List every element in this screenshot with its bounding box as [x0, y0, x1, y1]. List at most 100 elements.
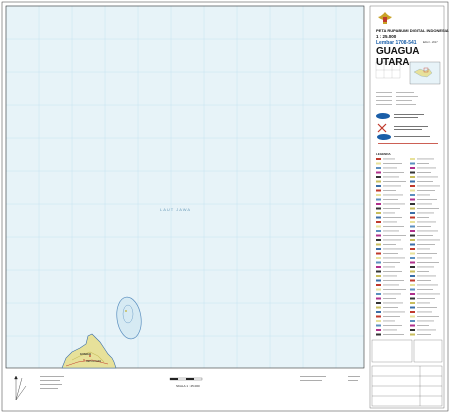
- legend-symbol: [376, 311, 381, 313]
- legend-symbol: [376, 167, 381, 169]
- legend-text-line: [383, 280, 404, 281]
- legend-text-line: [417, 235, 433, 236]
- legend-symbol: [410, 162, 415, 165]
- legend-text-line: [383, 262, 400, 263]
- legend-text-line: [417, 266, 434, 268]
- legend-symbol: [376, 216, 381, 219]
- legend-text-line: [383, 212, 395, 214]
- legend-symbol: [410, 297, 415, 300]
- legend-symbol: [410, 243, 415, 246]
- legend-symbol: [410, 284, 415, 286]
- legend-text-line: [417, 293, 440, 295]
- legend-text-line: [383, 271, 402, 272]
- legend-text-line: [417, 230, 438, 232]
- legend-text-line: [383, 181, 406, 182]
- legend-symbol: [376, 275, 381, 277]
- legend-symbol: [376, 221, 381, 223]
- legend-symbol: [410, 252, 415, 255]
- legend-text-line: [417, 257, 432, 259]
- legend-symbol: [410, 320, 415, 322]
- legend-text-line: [417, 280, 431, 281]
- legend-text-line: [417, 311, 432, 313]
- legend-symbol: [410, 203, 415, 205]
- legend-symbol: [410, 261, 415, 264]
- legend-text-line: [383, 311, 405, 313]
- legend-text-line: [417, 298, 435, 299]
- legend-symbol: [410, 185, 415, 187]
- legend-symbol: [410, 270, 415, 273]
- legend-symbol: [376, 243, 381, 246]
- legend-symbol: [410, 176, 415, 178]
- legend-symbol: [410, 329, 415, 331]
- legend-symbol: [410, 266, 415, 268]
- legend-text-line: [383, 208, 400, 209]
- legend-symbol: [410, 225, 415, 228]
- legend-symbol: [410, 221, 415, 223]
- legend-text-line: [383, 158, 395, 160]
- legend-symbol: [410, 324, 415, 327]
- legend-symbol: [410, 279, 415, 282]
- legend-text-line: [383, 235, 406, 236]
- legend-text-line: [383, 199, 398, 200]
- legend-text-line: [383, 203, 405, 205]
- legend-symbol: [376, 261, 381, 264]
- legend-symbol: [410, 158, 415, 160]
- legend-symbol: [410, 239, 415, 241]
- legend-symbol: [410, 302, 415, 304]
- projection-boxes: [371, 339, 443, 407]
- legend-symbol: [410, 306, 415, 309]
- legend-text-line: [417, 271, 429, 272]
- north-arrow-icon: [14, 375, 27, 401]
- legend-heading: LEGENDA: [376, 152, 391, 156]
- legend-symbol: [410, 315, 415, 318]
- legend-symbol: [410, 234, 415, 237]
- scale-bar-label: SKALA 1 : 25.000: [176, 384, 200, 388]
- legend-text-line: [383, 334, 404, 335]
- legend-text-line: [383, 226, 404, 227]
- legend-text-line: [383, 257, 405, 259]
- legend-text-line: [383, 185, 401, 187]
- legend-text-line: [417, 212, 434, 214]
- legend-text-line: [417, 302, 430, 304]
- legend-text-line: [417, 203, 432, 205]
- legend-text-line: [383, 302, 403, 304]
- legend-text-line: [417, 167, 436, 169]
- legend-symbol: [376, 171, 381, 174]
- place-label: GUAGUA: [80, 353, 92, 356]
- scale-bar: [169, 377, 203, 381]
- legend-text-line: [417, 199, 437, 200]
- legend-text-line: [383, 230, 399, 232]
- legend-text-line: [417, 307, 437, 308]
- legend-text-line: [417, 181, 433, 182]
- legend-symbol: [376, 203, 381, 205]
- legend-symbol: [376, 158, 381, 160]
- legend-symbol: [376, 234, 381, 237]
- legend-text-line: [417, 176, 438, 178]
- legend-text-line: [383, 194, 403, 196]
- legend-symbol: [376, 293, 381, 295]
- settlement-dot: [83, 359, 85, 361]
- legend-text-line: [383, 244, 396, 245]
- legend-text-line: [417, 289, 433, 290]
- legend-text-line: [417, 172, 431, 173]
- legend-symbol: [410, 194, 415, 196]
- legend-text-line: [417, 262, 439, 263]
- legend-symbol: [410, 180, 415, 183]
- legend-text-line: [383, 172, 404, 173]
- legend-text-line: [417, 194, 430, 196]
- legend-text-line: [417, 185, 440, 187]
- legend-text-line: [383, 248, 403, 250]
- legend-text-line: [383, 289, 406, 290]
- legend-symbol: [376, 279, 381, 282]
- legend-symbol: [410, 212, 415, 214]
- legend-symbol: [410, 230, 415, 232]
- legend-text-line: [383, 190, 396, 191]
- legend-text-line: [417, 248, 430, 250]
- legend-text-line: [383, 217, 402, 218]
- legend-symbol: [376, 252, 381, 255]
- legend-symbol: [376, 297, 381, 300]
- legend-text-line: [383, 253, 398, 254]
- legend-text-line: [383, 239, 401, 241]
- legend-text-line: [383, 266, 395, 268]
- edition: Edisi I - 2017: [423, 41, 438, 44]
